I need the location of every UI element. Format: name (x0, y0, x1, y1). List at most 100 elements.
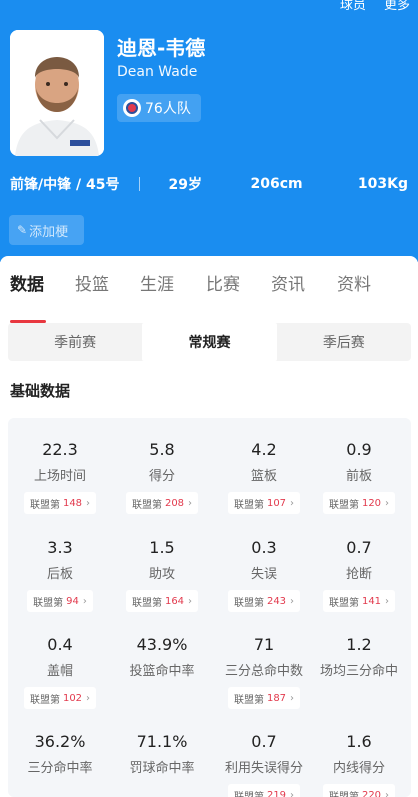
stat-cell: 22.3 上场时间联盟第 148 › (10, 440, 110, 514)
tab-career[interactable]: 生涯 (140, 270, 174, 295)
stat-cell: 71 三分总命中数 联盟第 187 › (214, 635, 314, 709)
chevron-right-icon: › (290, 789, 295, 797)
stat-cell: 1.5 助攻联盟第 164 › (112, 538, 212, 612)
chevron-right-icon: › (188, 497, 193, 509)
stat-cell: 3.3 后板 联盟第 94 › (10, 538, 110, 612)
stat-cell: 0.9 前板 联盟第 120 › (309, 440, 409, 514)
league-rank-badge[interactable]: 联盟第 107 › (227, 492, 301, 514)
rank-number: 120 (361, 497, 382, 509)
rank-prefix: 联盟第 (29, 694, 60, 706)
chevron-right-icon: › (385, 497, 390, 509)
stat-cell: 0.3 失误联盟第 243 › (214, 538, 314, 612)
rank-prefix: 联盟第 (233, 791, 264, 797)
rank-prefix: 联盟第 (233, 499, 264, 511)
player-name-cn: 迪恩-韦德 (117, 36, 206, 60)
rank-number: 164 (164, 595, 185, 607)
stat-label: 罚球命中率 (129, 761, 195, 776)
stat-cell: 71.1% 罚球命中率 (112, 732, 212, 776)
rank-prefix: 联盟第 (29, 499, 60, 511)
player-photo (10, 30, 104, 156)
tab-news[interactable]: 资讯 (271, 270, 305, 295)
league-rank-badge[interactable]: 联盟第 141 › (322, 590, 396, 612)
stat-value: 1.2 (346, 635, 372, 654)
top-link-more[interactable]: 更多 (384, 0, 410, 13)
rank-prefix: 联盟第 (328, 597, 359, 609)
rank-number: 220 (361, 789, 382, 797)
rank-number: 187 (266, 692, 287, 704)
rank-prefix: 联盟第 (233, 694, 264, 706)
stat-cell: 0.7 利用失误得分 联盟第 219 › (214, 732, 314, 797)
stat-label: 上场时间 (33, 469, 86, 484)
tab-bar: 数据 投篮 生涯 比赛 资讯 资料 (0, 270, 418, 323)
tab-shooting[interactable]: 投篮 (75, 270, 109, 295)
stat-label: 三分命中率 (27, 761, 93, 776)
rank-number: 107 (266, 497, 287, 509)
stat-label: 助攻 (148, 567, 175, 582)
rank-number: 148 (62, 497, 83, 509)
rank-number: 94 (66, 595, 79, 607)
rank-number: 141 (361, 595, 382, 607)
info-divider (139, 177, 141, 191)
league-rank-badge[interactable]: 联盟第 208 › (125, 492, 199, 514)
stat-value: 0.7 (251, 732, 277, 751)
stat-label: 失误 (250, 567, 277, 582)
stat-label: 投篮命中率 (129, 664, 195, 679)
season-playoffs[interactable]: 季后赛 (277, 323, 411, 361)
stat-label: 篮板 (250, 469, 277, 484)
season-selector: 季前赛 常规赛 季后赛 (8, 323, 411, 361)
add-tag-label: 添加梗 (29, 224, 69, 240)
stat-label: 内线得分 (332, 761, 385, 776)
top-link-players[interactable]: 球员 (340, 0, 366, 13)
add-tag-button[interactable]: ✎ 添加梗 (9, 215, 84, 245)
league-rank-badge[interactable]: 联盟第 164 › (125, 590, 199, 612)
tab-profile[interactable]: 资料 (337, 270, 371, 295)
stat-value: 1.6 (346, 732, 372, 751)
league-rank-badge[interactable]: 联盟第 187 › (227, 687, 301, 709)
chevron-right-icon: › (86, 497, 91, 509)
stat-cell: 5.8 得分 联盟第 208 › (112, 440, 212, 514)
chevron-right-icon: › (82, 595, 87, 607)
season-preseason[interactable]: 季前赛 (8, 323, 142, 361)
league-rank-badge[interactable]: 联盟第 148 › (23, 492, 97, 514)
league-rank-badge[interactable]: 联盟第 220 › (322, 784, 396, 797)
rank-number: 219 (266, 789, 287, 797)
team-badge[interactable]: 76人队 (117, 94, 201, 122)
content-panel: 数据 投篮 生涯 比赛 资讯 资料 季前赛 常规赛 季后赛 基础数据 22.3 上… (0, 256, 418, 797)
stat-value: 0.3 (251, 538, 277, 557)
stats-grid: 22.3 上场时间 联盟第 148 › 5.8 得分 联盟第 208 › 4.2 篮板 联盟第 107 › 0… (8, 418, 411, 797)
rank-prefix: 联盟第 (328, 791, 359, 797)
stat-label: 三分总命中数 (224, 664, 303, 679)
stat-cell: 4.2 篮板 联盟第 107 › (214, 440, 314, 514)
stat-value: 1.5 (149, 538, 175, 557)
section-title: 基础数据 (10, 382, 71, 400)
stat-value: 0.7 (346, 538, 372, 557)
stat-label: 后板 (46, 567, 73, 582)
stat-value: 5.8 (149, 440, 175, 459)
tab-games[interactable]: 比赛 (206, 270, 240, 295)
chevron-right-icon: › (188, 595, 193, 607)
player-weight: 103Kg (357, 176, 408, 192)
team-name: 76人队 (145, 101, 191, 117)
chevron-right-icon: › (385, 789, 390, 797)
stat-cell: 0.7 抢断联盟第 141 › (309, 538, 409, 612)
league-rank-badge[interactable]: 联盟第 102 › (23, 687, 97, 709)
league-rank-badge[interactable]: 联盟第 94 › (27, 590, 93, 612)
chevron-right-icon: › (290, 595, 295, 607)
stat-cell: 1.2 场均三分命中 (309, 635, 409, 679)
stat-value: 22.3 (42, 440, 78, 459)
player-age: 29岁 (168, 177, 202, 193)
rank-prefix: 联盟第 (233, 597, 264, 609)
stat-label: 抢断 (345, 567, 372, 582)
league-rank-badge[interactable]: 联盟第 120 › (322, 492, 396, 514)
rank-prefix: 联盟第 (33, 597, 64, 609)
chevron-right-icon: › (385, 595, 390, 607)
chevron-right-icon: › (290, 692, 295, 704)
player-header: 球员 更多 迪恩-韦德 Dean Wade 76人队 前锋/中锋 / 45号 2… (0, 0, 418, 262)
league-rank-badge[interactable]: 联盟第 219 › (227, 784, 301, 797)
tab-data[interactable]: 数据 (10, 270, 44, 295)
season-regular[interactable]: 常规赛 (142, 323, 277, 361)
top-links: 球员 更多 (326, 0, 410, 13)
player-height: 206cm (250, 176, 303, 192)
stat-value: 43.9% (136, 635, 188, 654)
league-rank-badge[interactable]: 联盟第 243 › (227, 590, 301, 612)
